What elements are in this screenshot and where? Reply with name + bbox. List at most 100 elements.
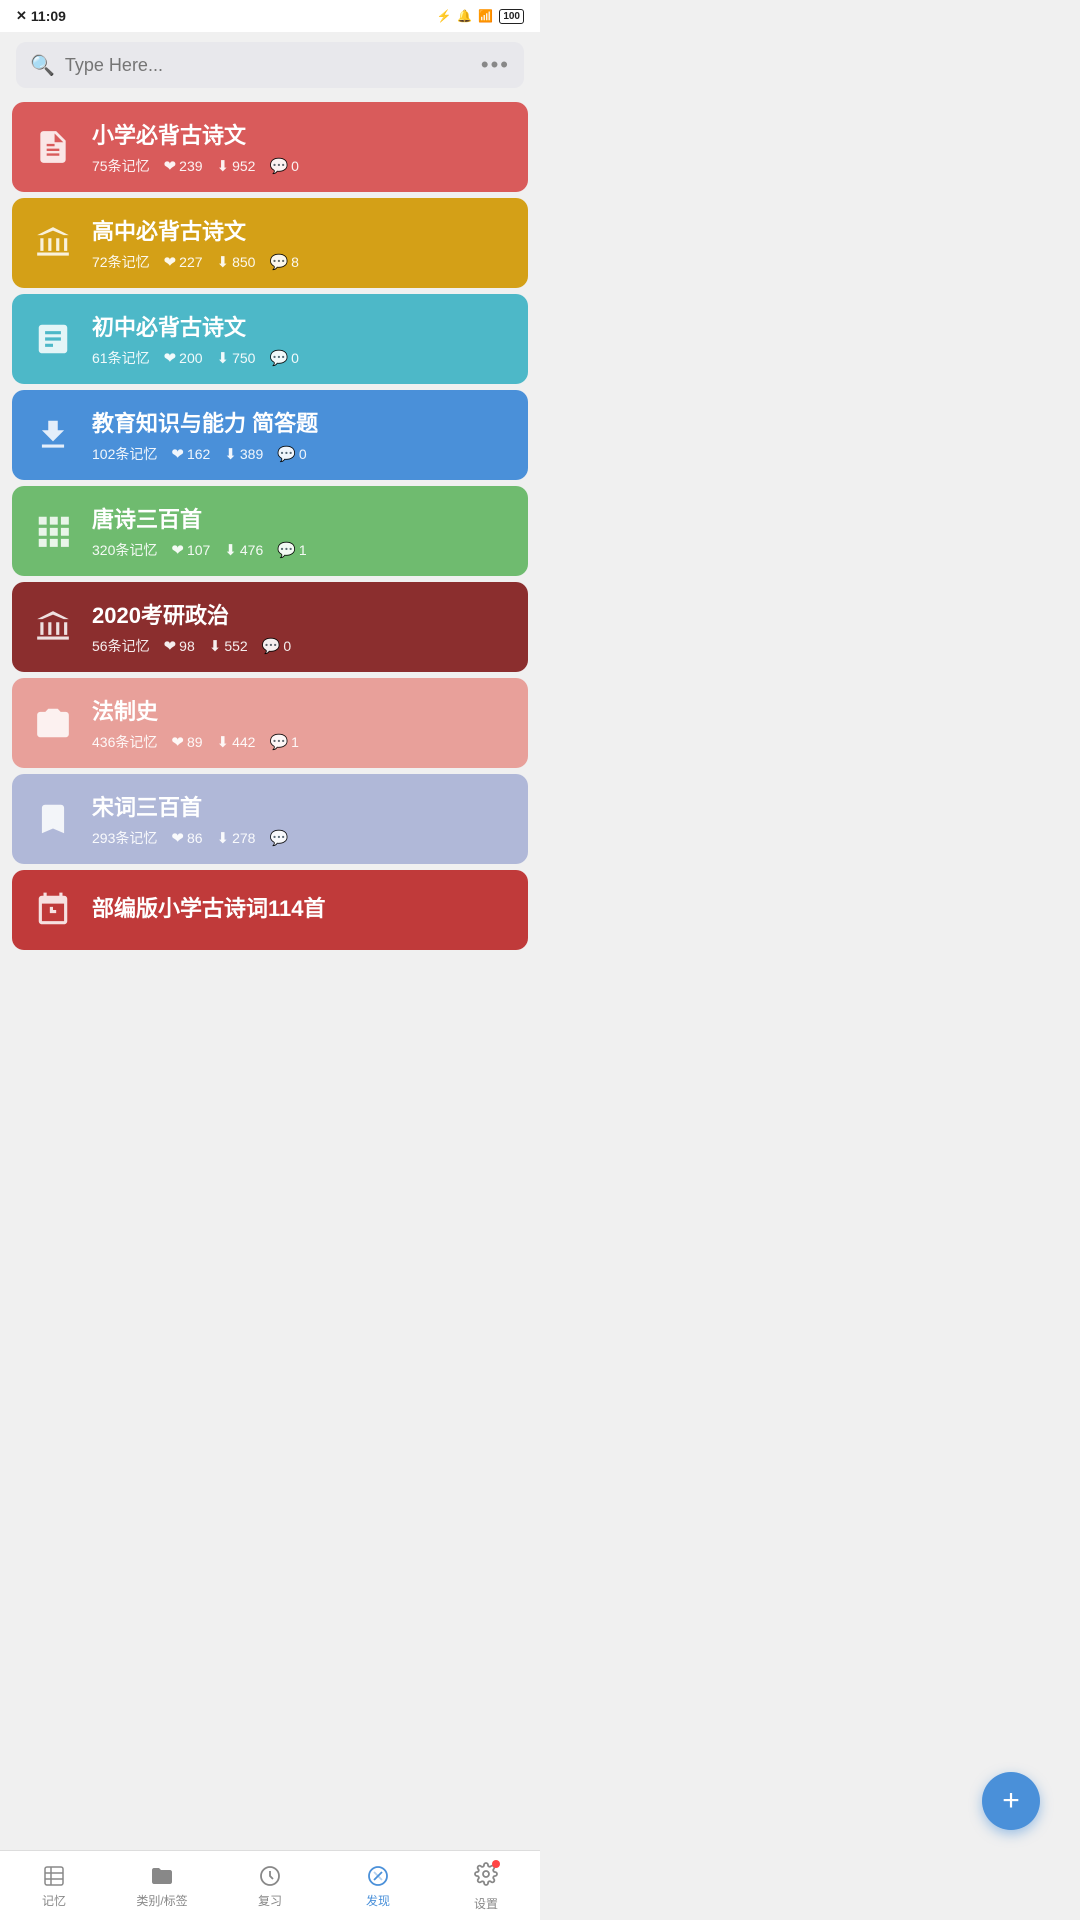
nav-memory[interactable]: 记忆 <box>0 1864 108 1909</box>
card-comments: 💬 0 <box>277 445 306 463</box>
more-options-button[interactable]: ••• <box>481 52 510 78</box>
nav-discover-label: 发现 <box>366 1892 390 1909</box>
nav-category[interactable]: 类别/标签 <box>108 1864 216 1909</box>
settings-badge <box>474 1862 498 1891</box>
card-title: 法制史 <box>92 694 510 726</box>
heart-icon: ❤ <box>171 733 184 751</box>
card-item-1[interactable]: 小学必背古诗文 75条记忆 ❤ 239 ⬇ 952 💬 0 <box>12 102 528 192</box>
card-meta: 72条记忆 ❤ 227 ⬇ 850 💬 8 <box>92 252 510 272</box>
card-content: 小学必背古诗文 75条记忆 ❤ 239 ⬇ 952 💬 0 <box>92 118 510 176</box>
download-icon: ⬇ <box>209 637 222 655</box>
add-deck-button[interactable]: + <box>982 1772 1040 1830</box>
card-likes: ❤ 162 <box>171 445 210 463</box>
card-count: 72条记忆 <box>92 252 150 272</box>
comment-icon: 💬 <box>269 253 288 271</box>
card-downloads: ⬇ 850 <box>217 253 256 271</box>
download-icon: ⬇ <box>217 349 230 367</box>
card-downloads: ⬇ 552 <box>209 637 248 655</box>
search-bar[interactable]: 🔍 ••• <box>16 42 524 88</box>
card-item-3[interactable]: 初中必背古诗文 61条记忆 ❤ 200 ⬇ 750 💬 0 <box>12 294 528 384</box>
download-icon: ⬇ <box>217 157 230 175</box>
card-count: 75条记忆 <box>92 156 150 176</box>
card-likes: ❤ 98 <box>164 637 195 655</box>
card-comments: 💬 0 <box>262 637 291 655</box>
nav-category-label: 类别/标签 <box>136 1892 187 1909</box>
card-content: 法制史 436条记忆 ❤ 89 ⬇ 442 💬 1 <box>92 694 510 752</box>
heart-icon: ❤ <box>171 445 184 463</box>
search-icon: 🔍 <box>30 53 55 78</box>
card-item-8[interactable]: 宋词三百首 293条记忆 ❤ 86 ⬇ 278 💬 <box>12 774 528 864</box>
card-icon-camera <box>30 700 76 746</box>
battery-indicator: 100 <box>499 9 524 24</box>
heart-icon: ❤ <box>171 829 184 847</box>
nav-review-label: 复习 <box>258 1892 282 1909</box>
card-item-5[interactable]: 唐诗三百首 320条记忆 ❤ 107 ⬇ 476 💬 1 <box>12 486 528 576</box>
card-icon-document <box>30 124 76 170</box>
nav-review[interactable]: 复习 <box>216 1864 324 1909</box>
card-comments: 💬 0 <box>269 157 298 175</box>
card-count: 320条记忆 <box>92 540 157 560</box>
card-comments: 💬 1 <box>277 541 306 559</box>
card-count: 293条记忆 <box>92 828 157 848</box>
card-icon-calendar <box>30 887 76 933</box>
nav-discover[interactable]: 发现 <box>324 1864 432 1909</box>
card-item-9[interactable]: 部编版小学古诗词114首 <box>12 870 528 950</box>
card-icon-doctext <box>30 316 76 362</box>
card-content: 唐诗三百首 320条记忆 ❤ 107 ⬇ 476 💬 1 <box>92 502 510 560</box>
card-meta: 293条记忆 ❤ 86 ⬇ 278 💬 <box>92 828 510 848</box>
card-count: 436条记忆 <box>92 732 157 752</box>
card-comments: 💬 0 <box>269 349 298 367</box>
heart-icon: ❤ <box>164 349 177 367</box>
comment-icon: 💬 <box>262 637 281 655</box>
card-comments: 💬 <box>269 829 291 847</box>
card-title: 高中必背古诗文 <box>92 214 510 246</box>
bluetooth-icon: ⚡ <box>436 9 451 23</box>
card-title: 小学必背古诗文 <box>92 118 510 150</box>
card-item-7[interactable]: 法制史 436条记忆 ❤ 89 ⬇ 442 💬 1 <box>12 678 528 768</box>
nav-settings-label: 设置 <box>474 1895 498 1912</box>
card-downloads: ⬇ 389 <box>224 445 263 463</box>
comment-icon: 💬 <box>269 829 288 847</box>
card-downloads: ⬇ 476 <box>224 541 263 559</box>
card-likes: ❤ 200 <box>164 349 203 367</box>
heart-icon: ❤ <box>164 253 177 271</box>
card-icon-import <box>30 412 76 458</box>
card-content: 部编版小学古诗词114首 <box>92 891 510 929</box>
compass-icon <box>366 1864 390 1888</box>
search-input[interactable] <box>65 55 471 76</box>
card-meta: 56条记忆 ❤ 98 ⬇ 552 💬 0 <box>92 636 510 656</box>
card-list: 小学必背古诗文 75条记忆 ❤ 239 ⬇ 952 💬 0 高中必背古诗文 <box>0 98 540 1030</box>
card-meta: 436条记忆 ❤ 89 ⬇ 442 💬 1 <box>92 732 510 752</box>
card-count: 56条记忆 <box>92 636 150 656</box>
heart-icon: ❤ <box>171 541 184 559</box>
nav-memory-label: 记忆 <box>42 1892 66 1909</box>
card-title: 初中必背古诗文 <box>92 310 510 342</box>
card-content: 教育知识与能力 简答题 102条记忆 ❤ 162 ⬇ 389 💬 0 <box>92 406 510 464</box>
download-icon: ⬇ <box>217 829 230 847</box>
status-time: ✕ 11:09 <box>16 8 66 24</box>
card-icon-bank <box>30 604 76 650</box>
status-bar: ✕ 11:09 ⚡ 🔔 📶 100 <box>0 0 540 32</box>
card-downloads: ⬇ 952 <box>217 157 256 175</box>
card-likes: ❤ 107 <box>171 541 210 559</box>
nav-settings[interactable]: 设置 <box>432 1862 540 1912</box>
card-item-2[interactable]: 高中必背古诗文 72条记忆 ❤ 227 ⬇ 850 💬 8 <box>12 198 528 288</box>
bottom-nav: 记忆 类别/标签 复习 发现 设置 <box>0 1850 540 1920</box>
card-count: 102条记忆 <box>92 444 157 464</box>
card-downloads: ⬇ 750 <box>217 349 256 367</box>
download-icon: ⬇ <box>224 445 237 463</box>
card-comments: 💬 8 <box>269 253 298 271</box>
card-likes: ❤ 227 <box>164 253 203 271</box>
heart-icon: ❤ <box>164 157 177 175</box>
card-content: 高中必背古诗文 72条记忆 ❤ 227 ⬇ 850 💬 8 <box>92 214 510 272</box>
plus-icon: + <box>1002 1786 1020 1816</box>
card-item-6[interactable]: 2020考研政治 56条记忆 ❤ 98 ⬇ 552 💬 0 <box>12 582 528 672</box>
card-item-4[interactable]: 教育知识与能力 简答题 102条记忆 ❤ 162 ⬇ 389 💬 0 <box>12 390 528 480</box>
card-count: 61条记忆 <box>92 348 150 368</box>
folder-icon <box>150 1864 174 1888</box>
card-likes: ❤ 239 <box>164 157 203 175</box>
wifi-icon: 📶 <box>478 9 493 23</box>
notification-icon: 🔔 <box>457 9 472 23</box>
card-title: 唐诗三百首 <box>92 502 510 534</box>
card-content: 2020考研政治 56条记忆 ❤ 98 ⬇ 552 💬 0 <box>92 598 510 656</box>
